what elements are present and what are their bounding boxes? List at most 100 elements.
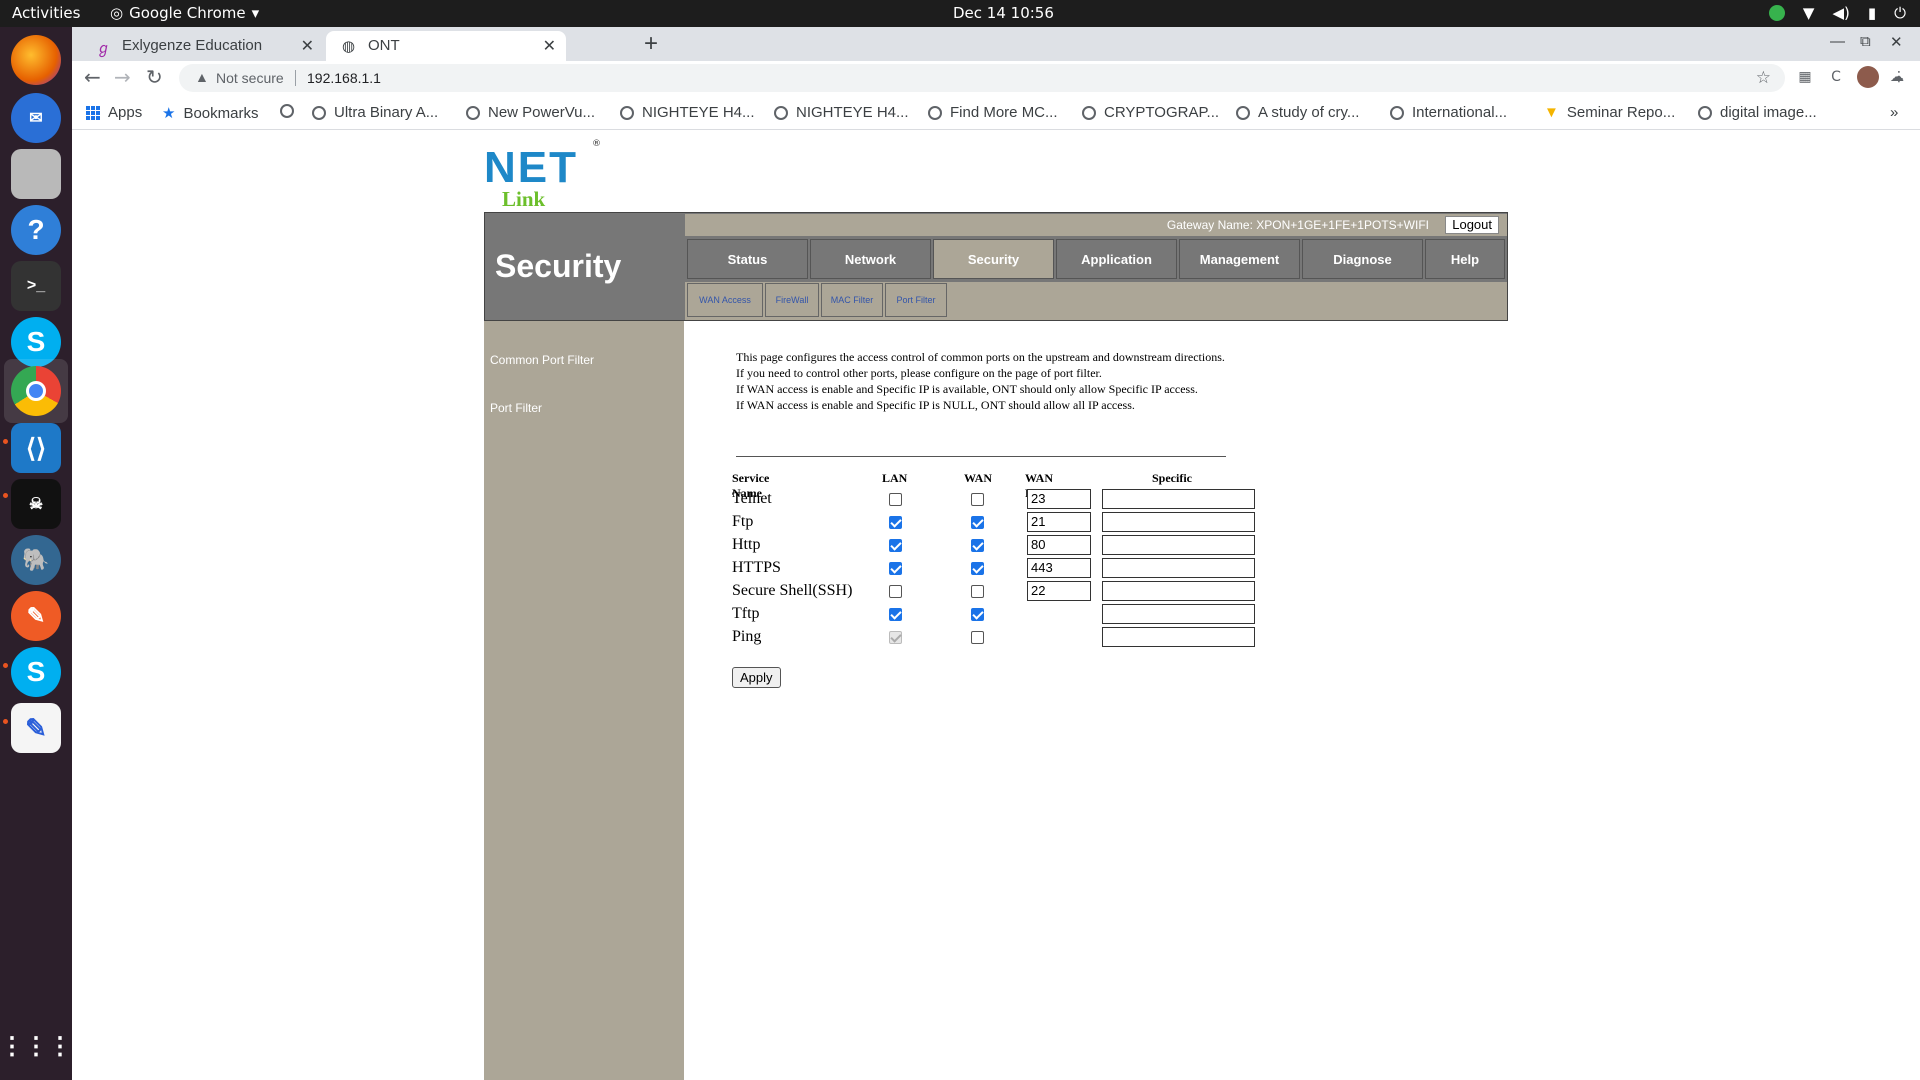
menu-help[interactable]: Help bbox=[1425, 239, 1505, 279]
submenu-wan-access[interactable]: WAN Access bbox=[687, 283, 763, 317]
help-icon[interactable]: ? bbox=[11, 205, 61, 255]
wan-checkbox[interactable] bbox=[971, 562, 984, 575]
terminal-icon[interactable]: >_ bbox=[11, 261, 61, 311]
bookmark-globe[interactable] bbox=[280, 104, 294, 118]
system-tray[interactable]: ▼ ◀) ▮ ⏻ bbox=[1768, 4, 1906, 22]
restore-icon[interactable]: ⧉ bbox=[1860, 33, 1871, 50]
lan-checkbox[interactable] bbox=[889, 493, 902, 506]
tab-ont[interactable]: ◍ ONT ✕ bbox=[326, 31, 566, 61]
wan-checkbox[interactable] bbox=[971, 493, 984, 506]
globe-icon bbox=[466, 105, 480, 120]
specific-ip-input[interactable] bbox=[1102, 489, 1255, 509]
back-arrow-icon[interactable]: ← bbox=[84, 65, 101, 89]
bookmark-star-icon[interactable]: ☆ bbox=[1756, 68, 1771, 88]
close-window-icon[interactable]: ✕ bbox=[1890, 33, 1903, 51]
menu-application[interactable]: Application bbox=[1056, 239, 1177, 279]
tab-exlygenze[interactable]: ℊ Exlygenze Education ✕ bbox=[80, 31, 324, 61]
bookmark-item[interactable]: NIGHTEYE H4... bbox=[774, 104, 909, 121]
wan-checkbox[interactable] bbox=[971, 516, 984, 529]
close-icon[interactable]: ✕ bbox=[543, 36, 556, 56]
chrome-icon[interactable] bbox=[11, 366, 61, 416]
thunderbird-icon[interactable]: ✉ bbox=[11, 93, 61, 143]
show-apps-grid-icon[interactable]: ⋮⋮⋮ bbox=[0, 1021, 72, 1071]
new-tab-button[interactable]: + bbox=[644, 30, 658, 58]
bookmark-item[interactable]: Ultra Binary A... bbox=[312, 104, 438, 121]
update-indicator-icon[interactable] bbox=[1768, 5, 1785, 21]
nav-port-filter[interactable]: Port Filter bbox=[490, 401, 542, 415]
reload-icon[interactable]: ↻ bbox=[146, 65, 163, 89]
submenu-port-filter[interactable]: Port Filter bbox=[885, 283, 947, 317]
specific-ip-input[interactable] bbox=[1102, 512, 1255, 532]
files-icon[interactable] bbox=[11, 149, 61, 199]
bookmark-item[interactable]: CRYPTOGRAP... bbox=[1082, 104, 1219, 121]
postgresql-icon[interactable]: 🐘 bbox=[11, 535, 61, 585]
profile-avatar[interactable] bbox=[1857, 66, 1879, 88]
menu-status[interactable]: Status bbox=[687, 239, 808, 279]
bookmark-item[interactable]: digital image... bbox=[1698, 104, 1817, 121]
wan-checkbox[interactable] bbox=[971, 631, 984, 644]
specific-ip-input[interactable] bbox=[1102, 558, 1255, 578]
bookmark-item[interactable]: Find More MC... bbox=[928, 104, 1058, 121]
lan-checkbox[interactable] bbox=[889, 516, 902, 529]
activities-button[interactable]: Activities bbox=[12, 4, 80, 22]
wan-checkbox[interactable] bbox=[971, 608, 984, 621]
wan-port-input[interactable]: 443 bbox=[1027, 558, 1091, 578]
bookmark-apps[interactable]: Apps bbox=[86, 104, 142, 121]
submenu-mac-filter[interactable]: MAC Filter bbox=[821, 283, 883, 317]
specific-ip-input[interactable] bbox=[1102, 604, 1255, 624]
menu-management[interactable]: Management bbox=[1179, 239, 1300, 279]
firefox-icon[interactable] bbox=[11, 35, 61, 85]
wan-port-input[interactable]: 80 bbox=[1027, 535, 1091, 555]
wifi-icon: ▼ bbox=[1802, 4, 1815, 22]
vscode-icon[interactable]: ⟨⟩ bbox=[11, 423, 61, 473]
bookmark-item[interactable]: International... bbox=[1390, 104, 1507, 121]
specific-ip-input[interactable] bbox=[1102, 627, 1255, 647]
lan-checkbox[interactable] bbox=[889, 539, 902, 552]
wan-port-input[interactable]: 23 bbox=[1027, 489, 1091, 509]
extension-c-icon[interactable]: C bbox=[1827, 68, 1845, 86]
wan-port-input[interactable]: 22 bbox=[1027, 581, 1091, 601]
logout-button[interactable]: Logout bbox=[1445, 216, 1499, 234]
nav-common-port-filter[interactable]: Common Port Filter bbox=[490, 353, 594, 367]
warning-icon[interactable]: ▲ bbox=[195, 69, 209, 85]
wan-port-input[interactable]: 21 bbox=[1027, 512, 1091, 532]
extension-puzzle-box-icon[interactable]: ▦ bbox=[1796, 68, 1814, 86]
lan-checkbox[interactable] bbox=[889, 608, 902, 621]
forward-arrow-icon[interactable]: → bbox=[114, 65, 131, 89]
menu-security[interactable]: Security bbox=[933, 239, 1054, 279]
bookmark-item[interactable]: A study of cry... bbox=[1236, 104, 1359, 121]
minimize-icon[interactable]: — bbox=[1830, 33, 1845, 50]
clock[interactable]: Dec 14 10:56 bbox=[953, 4, 1054, 22]
postman-icon[interactable]: ✎ bbox=[11, 591, 61, 641]
bookmark-bookmarks[interactable]: ★ Bookmarks bbox=[162, 104, 258, 123]
bookmark-item[interactable]: ▼ Seminar Repo... bbox=[1544, 104, 1675, 121]
menu-diagnose[interactable]: Diagnose bbox=[1302, 239, 1423, 279]
security-chip[interactable]: Not secure bbox=[216, 70, 284, 86]
page-title: Security bbox=[495, 248, 622, 284]
bookmarks-overflow-icon[interactable]: » bbox=[1890, 104, 1898, 121]
text-editor-icon[interactable]: ✎ bbox=[11, 703, 61, 753]
apply-button[interactable]: Apply bbox=[732, 667, 781, 688]
globe-icon bbox=[928, 105, 942, 120]
globe-icon bbox=[1082, 105, 1096, 120]
ont-header: Security Gateway Name: XPON+1GE+1FE+1POT… bbox=[484, 212, 1508, 321]
wan-checkbox[interactable] bbox=[971, 585, 984, 598]
submenu-firewall[interactable]: FireWall bbox=[765, 283, 819, 317]
menu-network[interactable]: Network bbox=[810, 239, 931, 279]
skype-icon-2[interactable]: S bbox=[11, 647, 61, 697]
url-text[interactable]: 192.168.1.1 bbox=[307, 70, 381, 86]
pirate-app-icon[interactable]: ☠ bbox=[11, 479, 61, 529]
address-bar[interactable]: ▲ Not secure 192.168.1.1 ☆ bbox=[179, 64, 1785, 92]
specific-ip-input[interactable] bbox=[1102, 581, 1255, 601]
specific-ip-input[interactable] bbox=[1102, 535, 1255, 555]
app-menu[interactable]: ◎ Google Chrome ▾ bbox=[110, 4, 259, 22]
lan-checkbox[interactable] bbox=[889, 585, 902, 598]
close-icon[interactable]: ✕ bbox=[301, 36, 314, 56]
bookmark-item[interactable]: New PowerVu... bbox=[466, 104, 595, 121]
wan-checkbox[interactable] bbox=[971, 539, 984, 552]
omnibox-divider bbox=[295, 70, 296, 86]
lan-checkbox[interactable] bbox=[889, 562, 902, 575]
more-menu-icon[interactable]: ⋮ bbox=[1890, 68, 1908, 86]
globe-icon bbox=[1236, 105, 1250, 120]
bookmark-item[interactable]: NIGHTEYE H4... bbox=[620, 104, 755, 121]
